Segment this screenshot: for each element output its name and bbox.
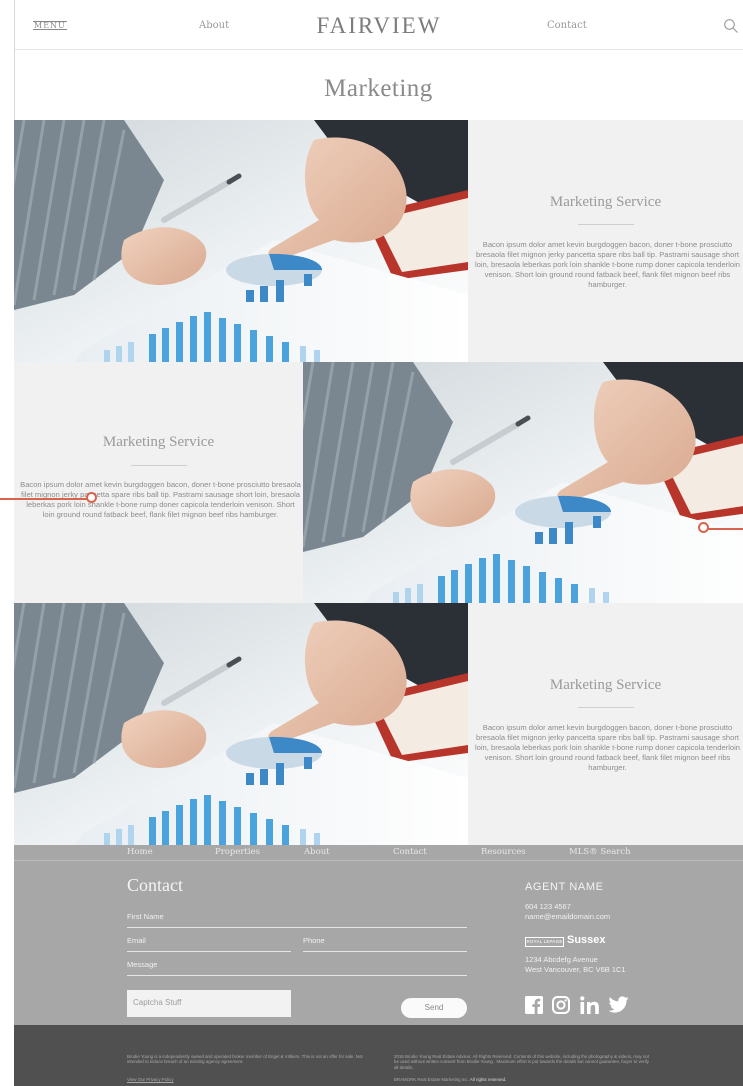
footer-nav-resources[interactable]: Resources: [481, 847, 526, 857]
phone-field[interactable]: Phone: [303, 936, 325, 945]
agent-phone[interactable]: 604 123 4567: [525, 902, 571, 912]
twitter-icon[interactable]: [608, 996, 629, 1014]
page: MENU About FAIRVIEW Contact Marketing Ma…: [0, 0, 743, 1086]
message-field[interactable]: Message: [127, 960, 157, 969]
divider: [130, 465, 187, 466]
credit-line: BRAMORK Real Estate Marketing Inc. All r…: [394, 1077, 506, 1082]
marketing-photo: [14, 603, 468, 845]
footer-nav-home[interactable]: Home: [127, 847, 153, 857]
captcha-field[interactable]: Captcha Stuff: [127, 990, 291, 1017]
footer-nav: Home Properties About Contact Resources …: [14, 845, 743, 861]
service-title: Marketing Service: [549, 194, 662, 210]
first-name-field[interactable]: First Name: [127, 912, 164, 921]
agent-email[interactable]: name@emaildomain.com: [525, 912, 610, 922]
marketing-photo: [14, 120, 468, 362]
instagram-icon[interactable]: [552, 996, 570, 1014]
service-title: Marketing Service: [102, 434, 215, 450]
agent-address-line2: West Vancouver, BC V6B 1C1: [525, 965, 626, 974]
credit-suffix: All rights reserved.: [469, 1077, 507, 1082]
service-description: Bacon ipsum dolor amet kevin burgdoggen …: [474, 723, 741, 772]
service-row: Marketing Service Bacon ipsum dolor amet…: [14, 362, 743, 604]
nav-link-contact[interactable]: Contact: [547, 20, 587, 31]
footer-nav-about[interactable]: About: [304, 847, 330, 857]
service-card: Marketing Service Bacon ipsum dolor amet…: [14, 362, 303, 604]
site-header: MENU About FAIRVIEW Contact: [14, 0, 743, 50]
divider: [577, 224, 634, 225]
agent-name: AGENT NAME: [525, 881, 604, 893]
legal-bar: Brodie Young is a independently owned an…: [14, 1025, 743, 1086]
email-field[interactable]: Email: [127, 936, 146, 945]
footer: Home Properties About Contact Resources …: [14, 845, 743, 1025]
annotation-line: [0, 498, 87, 500]
footer-nav-contact[interactable]: Contact: [393, 847, 427, 857]
message-underline: [127, 975, 467, 976]
legal-disclaimer: Brodie Young is a independently owned an…: [127, 1054, 363, 1065]
page-title: Marketing: [324, 75, 433, 102]
service-row: Marketing Service Bacon ipsum dolor amet…: [14, 120, 743, 362]
service-description: Bacon ipsum dolor amet kevin burgdoggen …: [474, 240, 741, 289]
copyright-notice: 2016 Brodie Young Real Estate Advisor. A…: [394, 1054, 650, 1070]
agent-address-line1: 1234 Abcdefg Avenue: [525, 955, 598, 964]
service-row: Marketing Service Bacon ipsum dolor amet…: [14, 603, 743, 845]
search-icon[interactable]: [723, 18, 739, 34]
first-name-underline: [127, 927, 467, 928]
brokerage-name: Sussex: [567, 934, 606, 946]
service-card: Marketing Service Bacon ipsum dolor amet…: [468, 120, 743, 362]
phone-underline: [303, 951, 467, 952]
divider: [577, 707, 634, 708]
footer-nav-mls-search[interactable]: MLS® Search: [569, 847, 631, 857]
email-underline: [127, 951, 291, 952]
annotation-line: [708, 528, 743, 530]
credit-link[interactable]: BRAMORK Real Estate Marketing Inc.: [394, 1077, 469, 1082]
facebook-icon[interactable]: [525, 996, 543, 1014]
footer-nav-properties[interactable]: Properties: [215, 847, 260, 857]
contact-title: Contact: [127, 875, 183, 895]
annotation-marker: [86, 492, 97, 503]
annotation-marker: [698, 522, 709, 533]
service-card: Marketing Service Bacon ipsum dolor amet…: [468, 603, 743, 845]
privacy-policy-link[interactable]: View Our Privacy Policy: [127, 1077, 174, 1082]
marketing-photo: [303, 362, 743, 604]
linkedin-icon[interactable]: [580, 996, 600, 1014]
service-title: Marketing Service: [549, 677, 662, 693]
send-button[interactable]: Send: [401, 998, 467, 1018]
service-description: Bacon ipsum dolor amet kevin burgdoggen …: [20, 480, 301, 519]
royal-lepage-badge: ROYAL LEPAGE: [525, 937, 564, 947]
site-logo[interactable]: FAIRVIEW: [15, 13, 743, 39]
